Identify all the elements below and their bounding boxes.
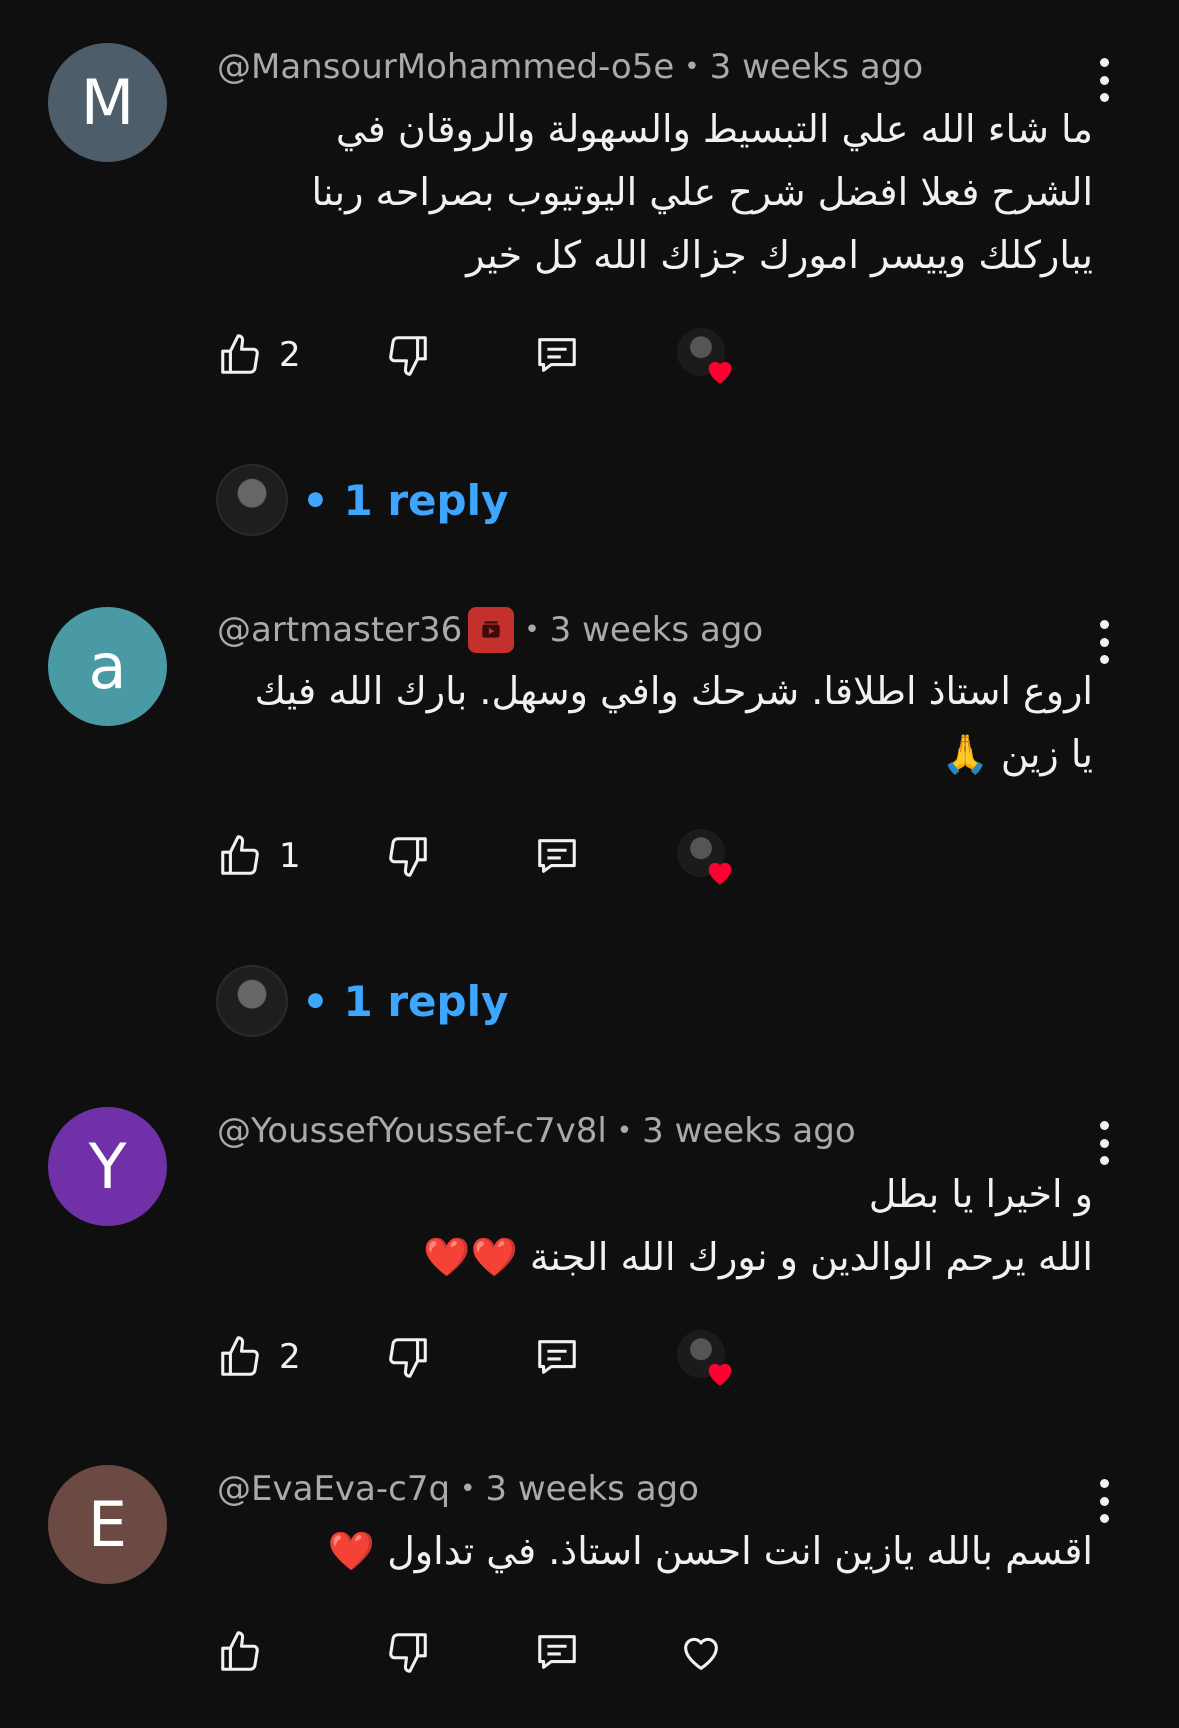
reply-button[interactable] — [534, 831, 580, 881]
author-name[interactable]: @artmaster36 — [217, 608, 462, 652]
reply-button[interactable] — [534, 1627, 580, 1677]
comment-text: اقسم بالله يازين انت احسن استاذ. في تداو… — [327, 1529, 1093, 1573]
like-button[interactable]: 1 — [217, 831, 301, 881]
dislike-button[interactable] — [385, 1627, 431, 1677]
comment-text: و اخيرا يا بطل الله يرحم الوالدين و نورك… — [423, 1172, 1093, 1279]
thumb-up-icon — [221, 1631, 259, 1671]
comment-time[interactable]: 3 weeks ago — [550, 608, 764, 652]
avatar[interactable]: Y — [48, 1107, 167, 1226]
author-name[interactable]: @MansourMohammed-o5e — [217, 45, 674, 89]
like-count: 2 — [279, 335, 301, 375]
avatar[interactable]: M — [48, 43, 167, 162]
comment-reply-icon — [538, 1340, 576, 1374]
comment-reply-icon — [538, 338, 576, 372]
thumb-up-icon — [221, 835, 259, 875]
thumb-down-icon — [389, 1338, 427, 1378]
reply-count-link[interactable]: 1 reply — [343, 476, 508, 525]
dislike-button[interactable] — [385, 1332, 431, 1382]
dislike-button[interactable] — [385, 831, 431, 881]
avatar[interactable]: a — [48, 607, 167, 726]
creator-heart — [677, 1330, 737, 1390]
thumb-down-icon — [389, 1633, 427, 1673]
like-count: 1 — [279, 836, 301, 876]
comment-time[interactable]: 3 weeks ago — [642, 1109, 856, 1153]
comment-time[interactable]: 3 weeks ago — [710, 45, 924, 89]
comment-meta: @EvaEva-c7q • 3 weeks ago — [217, 1467, 699, 1511]
heart-button[interactable] — [678, 1627, 724, 1677]
replies-toggle[interactable]: • 1 reply — [216, 965, 508, 1037]
thumb-up-icon — [221, 334, 259, 374]
comment-reply-icon — [538, 839, 576, 873]
comment-text: اروع استاذ اطلاقا. شرحك وافي وسهل. بارك … — [254, 669, 1093, 776]
reply-button[interactable] — [534, 1332, 580, 1382]
heart-icon — [708, 1363, 732, 1386]
comment-text: ما شاء الله علي التبسيط والسهولة والروقا… — [311, 107, 1093, 277]
reply-button[interactable] — [534, 330, 580, 380]
comment-meta: @MansourMohammed-o5e • 3 weeks ago — [217, 45, 924, 89]
avatar — [216, 464, 288, 536]
comment-meta: @artmaster36 • 3 weeks ago — [217, 607, 764, 653]
creator-heart — [677, 328, 737, 388]
heart-icon — [708, 862, 732, 885]
heart-outline-icon — [684, 1637, 718, 1670]
like-button[interactable]: 2 — [217, 1332, 301, 1382]
replies-toggle[interactable]: • 1 reply — [216, 464, 508, 536]
comment-meta: @YoussefYoussef-c7v8l • 3 weeks ago — [217, 1109, 856, 1153]
thumb-up-icon — [221, 1336, 259, 1376]
heart-icon — [708, 361, 732, 384]
like-button[interactable]: 2 — [217, 330, 301, 380]
comment-time[interactable]: 3 weeks ago — [485, 1467, 699, 1511]
thumb-down-icon — [389, 336, 427, 376]
dislike-button[interactable] — [385, 330, 431, 380]
creator-heart — [677, 829, 737, 889]
author-name[interactable]: @EvaEva-c7q — [217, 1467, 450, 1511]
comment-reply-icon — [538, 1635, 576, 1669]
member-badge-icon — [468, 607, 515, 653]
reply-count-link[interactable]: 1 reply — [343, 977, 508, 1026]
like-count: 2 — [279, 1337, 301, 1377]
like-button[interactable] — [217, 1627, 279, 1677]
avatar — [216, 965, 288, 1037]
author-name[interactable]: @YoussefYoussef-c7v8l — [217, 1109, 607, 1153]
thumb-down-icon — [389, 837, 427, 877]
avatar[interactable]: E — [48, 1465, 167, 1584]
